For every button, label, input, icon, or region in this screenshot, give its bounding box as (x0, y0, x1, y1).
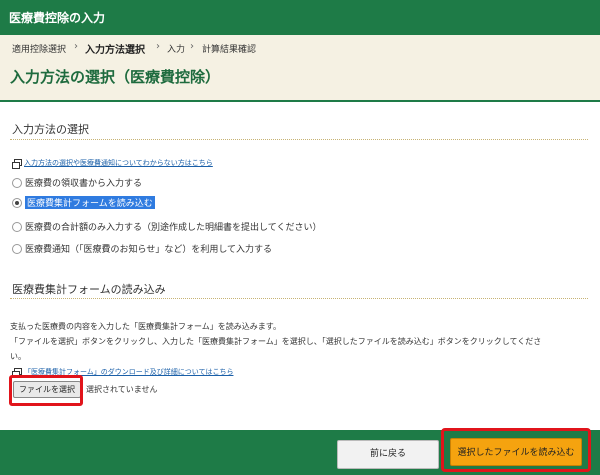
method-help-link[interactable]: 入力方法の選択や医療費通知についてわからない方はこちら (24, 158, 213, 168)
page-title: 入力方法の選択（医療費控除） (10, 68, 221, 86)
instruction-line: 支払った医療費の内容を入力した「医療費集計フォーム」を読み込みます。 (10, 322, 281, 331)
external-link-icon (12, 368, 22, 378)
radio-button[interactable] (12, 178, 22, 188)
section-divider (10, 139, 588, 140)
option-label: 医療費の領収書から入力する (25, 179, 143, 189)
breadcrumb-step-method: 入力方法選択 (85, 45, 145, 56)
file-status: 選択されていません (86, 385, 158, 394)
radio-button[interactable] (12, 222, 22, 232)
option-medical-notice[interactable]: 医療費通知（「医療費のお知らせ」など）を利用して入力する (12, 242, 512, 256)
option-total-only[interactable]: 医療費の合計額のみ入力する（別途作成した明細書を提出してください） (12, 220, 512, 234)
highlight-box (9, 375, 83, 406)
breadcrumb-step-result: 計算結果確認 (202, 45, 257, 55)
form-section-title: 医療費集計フォームの読み込み (12, 283, 166, 296)
section-divider (10, 298, 588, 299)
breadcrumb-step-input: 入力 (167, 45, 186, 55)
app-title: 医療費控除の入力 (9, 11, 106, 25)
instruction-line: い。 (10, 352, 26, 361)
radio-button-selected[interactable] (12, 198, 22, 208)
load-file-button[interactable]: 選択したファイルを読み込む (450, 438, 582, 466)
app-header: 医療費控除の入力 (0, 0, 600, 35)
breadcrumb-separator: › (74, 41, 78, 52)
breadcrumb-separator: › (156, 41, 160, 52)
back-button[interactable]: 前に戻る (337, 440, 439, 469)
option-label: 医療費の合計額のみ入力する（別途作成した明細書を提出してください） (25, 223, 322, 233)
breadcrumb-step-deduction: 適用控除選択 (12, 45, 67, 55)
instruction-line: 「ファイルを選択」ボタンをクリックし、入力した「医療費集計フォーム」を選択し、「… (10, 337, 542, 346)
option-summary-form[interactable]: 医療費集計フォームを読み込む (12, 196, 212, 210)
option-receipt[interactable]: 医療費の領収書から入力する (12, 176, 212, 190)
breadcrumb: 適用控除選択 › 入力方法選択 › 入力 › 計算結果確認 (0, 35, 600, 60)
breadcrumb-separator: › (190, 41, 194, 52)
radio-button[interactable] (12, 244, 22, 254)
option-label: 医療費集計フォームを読み込む (25, 196, 155, 209)
external-link-icon (12, 159, 22, 169)
option-label: 医療費通知（「医療費のお知らせ」など）を利用して入力する (25, 245, 273, 255)
page-header: 入力方法の選択（医療費控除） (0, 60, 600, 102)
method-section-title: 入力方法の選択 (12, 123, 89, 136)
